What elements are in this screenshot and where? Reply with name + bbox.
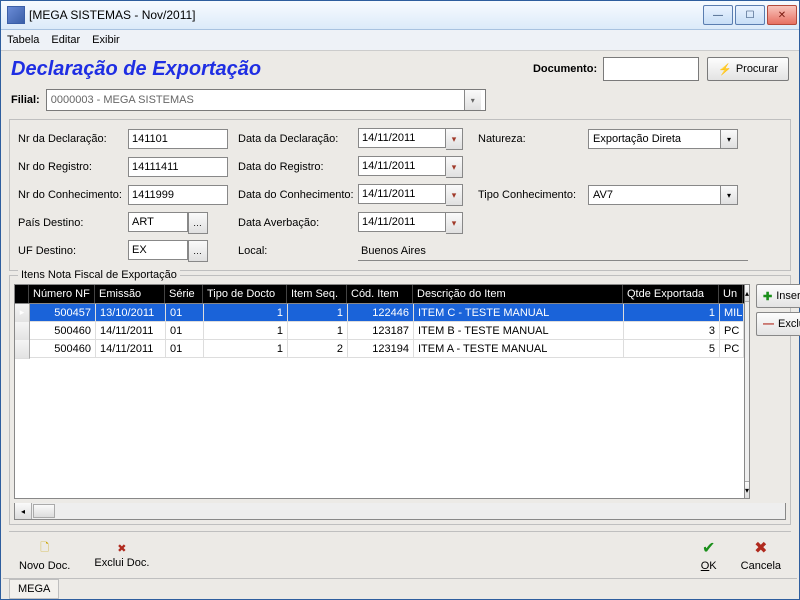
menu-editar[interactable]: Editar — [51, 34, 80, 46]
natureza-combo[interactable]: Exportação Direta▾ — [588, 129, 738, 149]
filial-row: Filial: 0000003 - MEGA SISTEMAS ▾ — [3, 87, 797, 117]
status-text: MEGA — [9, 579, 59, 599]
scroll-up-icon[interactable]: ▴ — [745, 285, 749, 302]
calendar-icon[interactable]: ▾ — [446, 128, 463, 150]
filial-value: 0000003 - MEGA SISTEMAS — [51, 94, 194, 106]
tipo-conhecimento-combo[interactable]: AV7▾ — [588, 185, 738, 205]
exclui-doc-button[interactable]: ✖ Exclui Doc. — [94, 542, 149, 569]
header-row: Declaração de Exportação Documento: ⚡ Pr… — [3, 51, 797, 87]
grid-header: Número NF Emissão Série Tipo de Docto It… — [15, 285, 744, 304]
grid-body[interactable]: ▸50045713/10/20110111122446ITEM C - TEST… — [15, 304, 744, 498]
excluir-button[interactable]: —Excluir — [756, 312, 800, 336]
filial-label: Filial: — [11, 94, 40, 106]
data-averbacao-input[interactable]: 14/11/2011 — [358, 212, 446, 232]
col-emissao[interactable]: Emissão — [95, 285, 165, 303]
natureza-label: Natureza: — [478, 133, 588, 145]
minus-icon: — — [763, 318, 774, 330]
window-title: [MEGA SISTEMAS - Nov/2011] — [29, 8, 703, 22]
col-serie[interactable]: Série — [165, 285, 203, 303]
vertical-scrollbar[interactable]: ▴ ▾ — [745, 284, 750, 499]
data-registro-label: Data do Registro: — [238, 161, 358, 173]
check-icon: ✔ — [702, 538, 715, 558]
scroll-down-icon[interactable]: ▾ — [745, 481, 749, 498]
novo-doc-button[interactable]: 🗋 Novo Doc. — [19, 539, 70, 572]
delete-doc-icon: ✖ — [117, 542, 126, 555]
app-icon — [7, 6, 25, 24]
pais-destino-label: País Destino: — [18, 217, 128, 229]
chevron-down-icon: ▾ — [720, 130, 737, 148]
col-un[interactable]: Un — [719, 285, 743, 303]
status-bar: MEGA — [3, 578, 797, 599]
menu-tabela[interactable]: Tabela — [7, 34, 39, 46]
row-indicator — [15, 322, 30, 341]
menubar: Tabela Editar Exibir — [1, 30, 799, 51]
table-row[interactable]: ▸50045713/10/20110111122446ITEM C - TEST… — [15, 304, 744, 322]
col-qtde-exportada[interactable]: Qtde Exportada — [623, 285, 719, 303]
documento-input[interactable] — [603, 57, 699, 81]
plus-icon: ✚ — [763, 290, 772, 303]
close-button[interactable]: ✕ — [767, 5, 797, 25]
procurar-button[interactable]: ⚡ Procurar — [707, 57, 789, 81]
tipo-conhecimento-label: Tipo Conhecimento: — [478, 189, 588, 201]
calendar-icon[interactable]: ▾ — [446, 156, 463, 178]
col-numero-nf[interactable]: Número NF — [29, 285, 95, 303]
footer-toolbar: 🗋 Novo Doc. ✖ Exclui Doc. ✔ OK ✖ Cancela — [9, 531, 791, 578]
data-declaracao-label: Data da Declaração: — [238, 133, 358, 145]
lookup-button[interactable]: … — [188, 212, 208, 234]
scrollbar-thumb[interactable] — [33, 504, 55, 518]
data-declaracao-input[interactable]: 14/11/2011 — [358, 128, 446, 148]
col-tipo-docto[interactable]: Tipo de Docto — [203, 285, 287, 303]
inserir-button[interactable]: ✚Inserir — [756, 284, 800, 308]
items-grid[interactable]: Número NF Emissão Série Tipo de Docto It… — [14, 284, 745, 499]
local-input[interactable]: Buenos Aires — [358, 241, 748, 261]
calendar-icon[interactable]: ▾ — [446, 212, 463, 234]
grid-group: Itens Nota Fiscal de Exportação Número N… — [9, 275, 791, 525]
procurar-label: Procurar — [736, 63, 778, 75]
nr-registro-label: Nr do Registro: — [18, 161, 128, 173]
titlebar[interactable]: [MEGA SISTEMAS - Nov/2011] — ☐ ✕ — [1, 1, 799, 30]
row-indicator: ▸ — [15, 304, 30, 323]
pais-destino-input[interactable]: ART — [128, 212, 188, 232]
uf-destino-label: UF Destino: — [18, 245, 128, 257]
main-window: [MEGA SISTEMAS - Nov/2011] — ☐ ✕ Tabela … — [0, 0, 800, 600]
x-icon: ✖ — [754, 538, 767, 558]
data-averbacao-label: Data Averbação: — [238, 217, 358, 229]
chevron-down-icon: ▾ — [464, 90, 481, 110]
col-cod-item[interactable]: Cód. Item — [347, 285, 413, 303]
nr-declaracao-label: Nr da Declaração: — [18, 133, 128, 145]
menu-exibir[interactable]: Exibir — [92, 34, 120, 46]
nr-declaracao-input[interactable]: 141101 — [128, 129, 228, 149]
nr-registro-input[interactable]: 14111411 — [128, 157, 228, 177]
col-item-seq[interactable]: Item Seq. — [287, 285, 347, 303]
data-registro-input[interactable]: 14/11/2011 — [358, 156, 446, 176]
minimize-button[interactable]: — — [703, 5, 733, 25]
form-panel: Nr da Declaração: 141101 Data da Declara… — [9, 119, 791, 271]
nr-conhecimento-input[interactable]: 1411999 — [128, 185, 228, 205]
scroll-left-icon[interactable]: ◂ — [15, 503, 32, 519]
cancela-button[interactable]: ✖ Cancela — [741, 538, 781, 572]
lightning-icon: ⚡ — [718, 63, 732, 76]
page-title: Declaração de Exportação — [11, 58, 533, 81]
data-conhecimento-label: Data do Conhecimento: — [238, 189, 358, 201]
horizontal-scrollbar[interactable]: ◂ — [14, 503, 786, 520]
maximize-button[interactable]: ☐ — [735, 5, 765, 25]
table-row[interactable]: 50046014/11/20110112123194ITEM A - TESTE… — [15, 340, 744, 358]
filial-combo[interactable]: 0000003 - MEGA SISTEMAS ▾ — [46, 89, 486, 111]
col-descricao[interactable]: Descrição do Item — [413, 285, 623, 303]
uf-destino-input[interactable]: EX — [128, 240, 188, 260]
lookup-button[interactable]: … — [188, 240, 208, 262]
row-indicator — [15, 340, 30, 359]
ok-button[interactable]: ✔ OK — [701, 538, 717, 572]
data-conhecimento-input[interactable]: 14/11/2011 — [358, 184, 446, 204]
calendar-icon[interactable]: ▾ — [446, 184, 463, 206]
new-doc-icon: 🗋 — [40, 539, 49, 558]
nr-conhecimento-label: Nr do Conhecimento: — [18, 189, 128, 201]
local-label: Local: — [238, 245, 358, 257]
chevron-down-icon: ▾ — [720, 186, 737, 204]
grid-group-label: Itens Nota Fiscal de Exportação — [18, 269, 180, 281]
documento-label: Documento: — [533, 63, 597, 75]
table-row[interactable]: 50046014/11/20110111123187ITEM B - TESTE… — [15, 322, 744, 340]
